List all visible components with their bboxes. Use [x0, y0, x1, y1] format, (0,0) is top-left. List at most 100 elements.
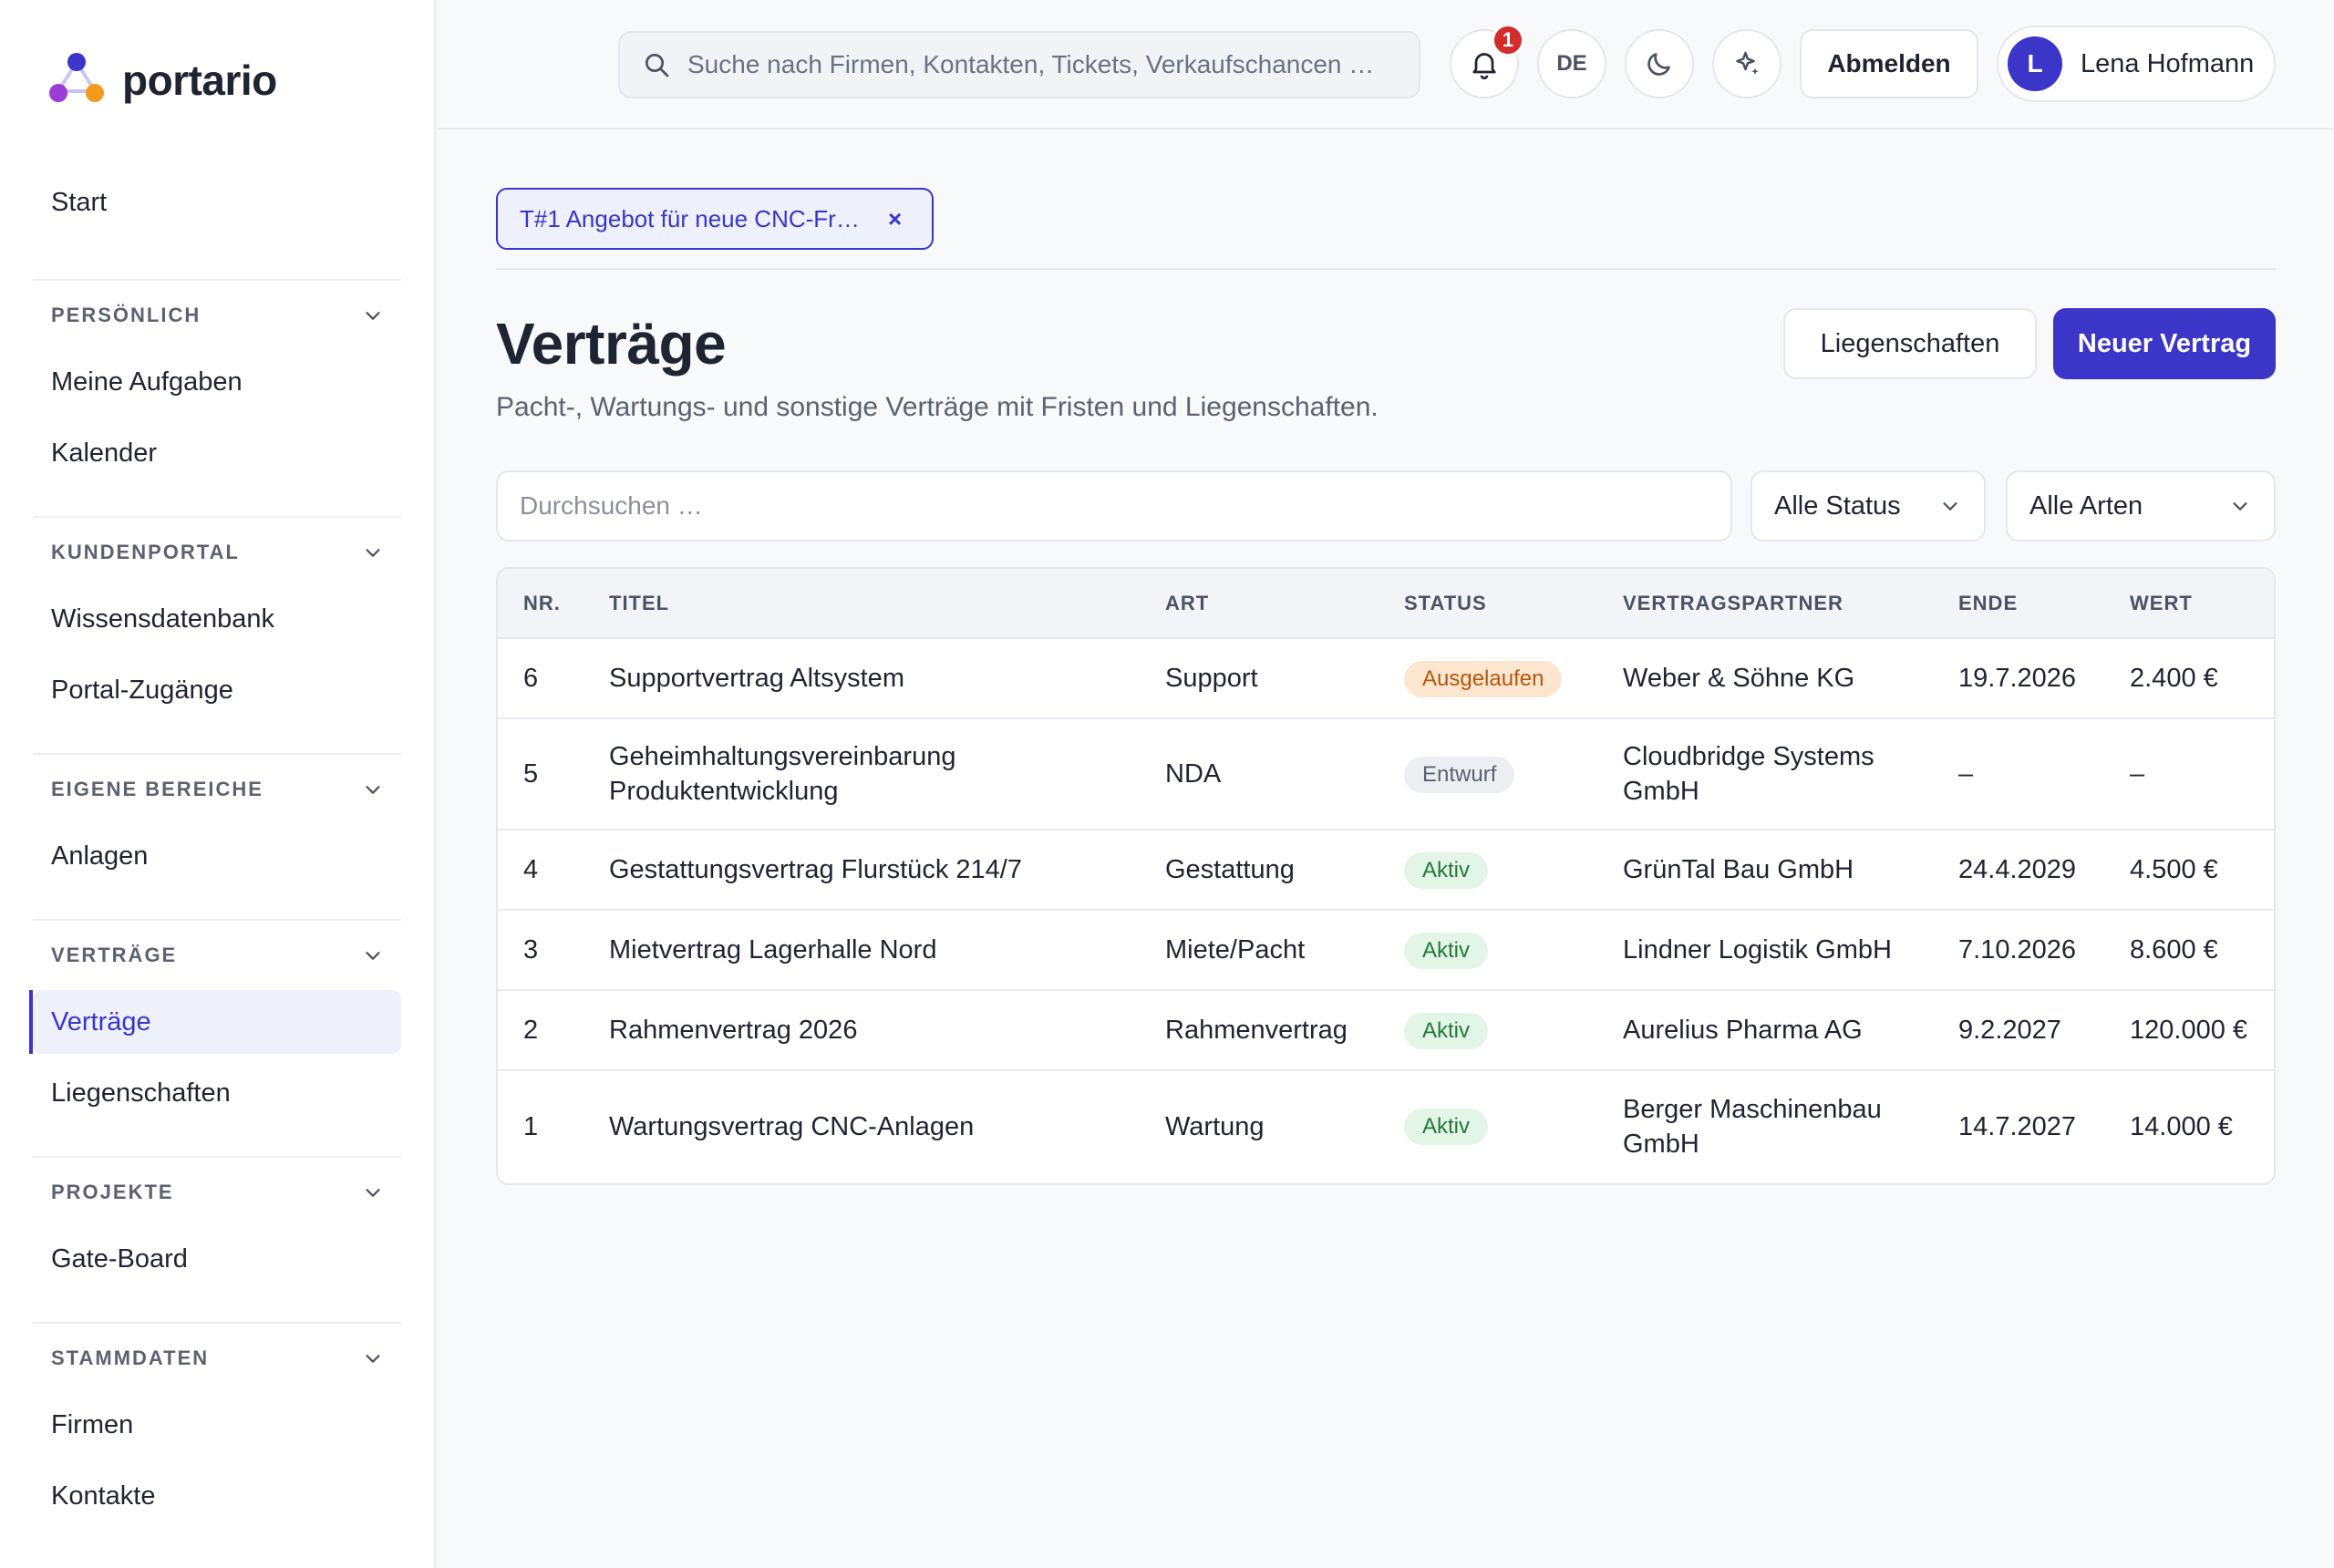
table-row[interactable]: 5 Geheimhaltungsvereinbarung Produktentw…	[498, 718, 2274, 830]
cell-art: Support	[1140, 638, 1379, 719]
notifications-button[interactable]: 1	[1450, 24, 1524, 98]
chevron-down-icon	[366, 312, 380, 320]
column-header-wert[interactable]: WERT	[2104, 569, 2274, 639]
cell-ende: 9.2.2027	[1933, 990, 2104, 1071]
cell-nr: 2	[498, 990, 584, 1071]
sidebar-item-firmen[interactable]: Firmen	[33, 1393, 401, 1457]
logo[interactable]: portario	[46, 51, 277, 109]
sidebar-item-gate-board[interactable]: Gate-Board	[33, 1227, 401, 1291]
cell-partner: Cloudbridge Systems GmbH	[1597, 718, 1933, 830]
sidebar-item-start[interactable]: Start	[51, 188, 107, 218]
sidebar-section-header[interactable]: PROJEKTE	[33, 1158, 401, 1227]
cell-partner: Weber & Söhne KG	[1597, 638, 1933, 719]
sidebar-item-liegenschaften[interactable]: Liegenschaften	[33, 1061, 401, 1125]
chevron-down-icon	[366, 786, 380, 794]
contracts-table: NR. TITEL ART STATUS VERTRAGSPARTNER END…	[496, 567, 2276, 1185]
table-search[interactable]	[496, 470, 1732, 542]
column-header-nr[interactable]: NR.	[498, 569, 584, 639]
sidebar-item-wissensdatenbank[interactable]: Wissensdatenbank	[33, 587, 401, 651]
cell-ende: 19.7.2026	[1933, 638, 2104, 719]
table-row[interactable]: 3 Mietvertrag Lagerhalle Nord Miete/Pach…	[498, 910, 2274, 991]
user-name: Lena Hofmann	[2081, 48, 2255, 78]
section-label: PROJEKTE	[51, 1181, 174, 1203]
table-row[interactable]: 6 Supportvertrag Altsystem Support Ausge…	[498, 638, 2274, 719]
column-header-art[interactable]: ART	[1140, 569, 1379, 639]
cell-ende: 7.10.2026	[1933, 910, 2104, 991]
sidebar-section-persoenlich: PERSÖNLICH Meine Aufgaben Kalender	[33, 279, 401, 492]
cell-titel[interactable]: Wartungsvertrag CNC-Anlagen	[584, 1070, 1140, 1181]
liegenschaften-button[interactable]: Liegenschaften	[1783, 308, 2037, 379]
cell-titel[interactable]: Mietvertrag Lagerhalle Nord	[584, 910, 1140, 991]
sparkle-icon	[1736, 51, 1759, 75]
type-filter-value: Alle Arten	[2029, 490, 2143, 521]
sidebar-section-header[interactable]: STAMMDATEN	[33, 1324, 401, 1393]
topbar: 1 DE Abmelden L Lena Hofmann	[438, 0, 2334, 129]
sidebar-item-meine-aufgaben[interactable]: Meine Aufgaben	[33, 350, 401, 414]
sidebar-section-header[interactable]: PERSÖNLICH	[33, 281, 401, 350]
cell-partner: GrünTal Bau GmbH	[1597, 830, 1933, 911]
sidebar-section-header[interactable]: EIGENE BEREICHE	[33, 755, 401, 824]
status-badge: Ausgelaufen	[1404, 660, 1563, 697]
table-row[interactable]: 1 Wartungsvertrag CNC-Anlagen Wartung Ak…	[498, 1070, 2274, 1181]
logout-button[interactable]: Abmelden	[1800, 29, 1978, 98]
cell-ende: 14.7.2027	[1958, 1111, 2077, 1141]
sidebar-section-header[interactable]: VERTRÄGE	[33, 921, 401, 990]
logo-icon	[49, 53, 104, 102]
cell-wert: 14.000 €	[2130, 1111, 2233, 1141]
notification-count-badge: 1	[1492, 24, 1524, 57]
column-header-titel[interactable]: TITEL	[584, 569, 1140, 639]
chevron-down-icon	[366, 1189, 380, 1197]
table-search-input[interactable]	[520, 491, 1705, 521]
cell-titel[interactable]: Supportvertrag Altsystem	[584, 638, 1140, 719]
cell-art: NDA	[1140, 718, 1379, 830]
sidebar-item-kontakte[interactable]: Kontakte	[33, 1464, 401, 1528]
sidebar-item-anlagen[interactable]: Anlagen	[33, 824, 401, 888]
chevron-down-icon	[1943, 502, 1957, 511]
section-label: STAMMDATEN	[51, 1346, 210, 1369]
cell-wert: 4.500 €	[2104, 830, 2274, 911]
cell-nr: 4	[498, 830, 584, 911]
status-filter-select[interactable]: Alle Status	[1750, 470, 1986, 542]
cell-ende: 24.4.2029	[1933, 830, 2104, 911]
close-icon[interactable]: ×	[888, 205, 902, 233]
cell-titel[interactable]: Geheimhaltungsvereinbarung Produktentwic…	[584, 718, 1140, 830]
status-badge: Aktiv	[1404, 1012, 1489, 1049]
chevron-down-icon	[366, 952, 380, 960]
type-filter-select[interactable]: Alle Arten	[2006, 470, 2276, 542]
sidebar-section-vertraege: VERTRÄGE Verträge Liegenschaften	[29, 919, 401, 1132]
global-search-input[interactable]	[687, 50, 1380, 79]
cell-titel[interactable]: Gestattungsvertrag Flurstück 214/7	[584, 830, 1140, 911]
language-button[interactable]: DE	[1537, 29, 1606, 98]
sidebar-section-header[interactable]: KUNDENPORTAL	[33, 518, 401, 587]
section-label: PERSÖNLICH	[51, 304, 201, 326]
cell-partner: Aurelius Pharma AG	[1597, 990, 1933, 1071]
new-contract-button[interactable]: Neuer Vertrag	[2053, 308, 2276, 379]
user-menu[interactable]: L Lena Hofmann	[1997, 26, 2276, 102]
cell-art: Miete/Pacht	[1140, 910, 1379, 991]
cell-status: Aktiv	[1379, 830, 1597, 911]
column-header-vertragspartner[interactable]: VERTRAGSPARTNER	[1597, 569, 1933, 639]
divider	[496, 268, 2276, 270]
sidebar-item-portal-zugaenge[interactable]: Portal-Zugänge	[33, 658, 401, 722]
global-search[interactable]	[618, 31, 1420, 98]
page-subtitle: Pacht-, Wartungs- und sonstige Verträge …	[496, 392, 1379, 422]
table-header-row: NR. TITEL ART STATUS VERTRAGSPARTNER END…	[498, 569, 2274, 639]
sidebar-item-vertraege[interactable]: Verträge	[29, 990, 401, 1054]
cell-titel[interactable]: Rahmenvertrag 2026	[584, 990, 1140, 1071]
table-row[interactable]: 4 Gestattungsvertrag Flurstück 214/7 Ges…	[498, 830, 2274, 911]
ai-assistant-button[interactable]	[1712, 29, 1781, 98]
column-header-status[interactable]: STATUS	[1379, 569, 1597, 639]
sidebar-section-stammdaten: STAMMDATEN Firmen Kontakte	[33, 1322, 401, 1535]
cell-wert: 8.600 €	[2104, 910, 2274, 991]
sidebar-item-kalender[interactable]: Kalender	[33, 421, 401, 485]
cell-wert: –	[2104, 718, 2274, 830]
cell-ende: –	[1933, 718, 2104, 830]
cell-status: Aktiv	[1379, 990, 1597, 1071]
cell-nr: 3	[498, 910, 584, 991]
column-header-ende[interactable]: ENDE	[1933, 569, 2104, 639]
open-tab-chip[interactable]: T#1 Angebot für neue CNC-Fr… ×	[496, 188, 934, 250]
status-filter-value: Alle Status	[1774, 490, 1901, 521]
dark-mode-toggle[interactable]	[1625, 29, 1694, 98]
table-row[interactable]: 2 Rahmenvertrag 2026 Rahmenvertrag Aktiv…	[498, 990, 2274, 1071]
moon-icon	[1647, 53, 1670, 76]
